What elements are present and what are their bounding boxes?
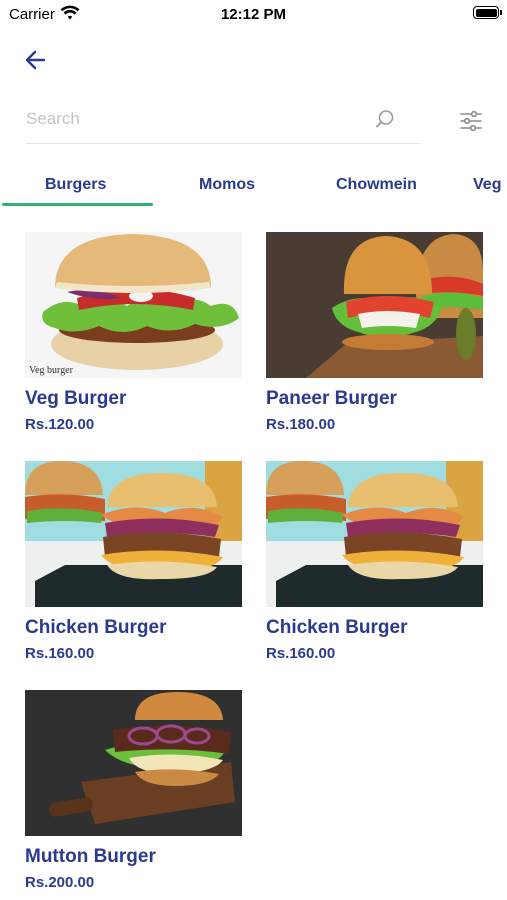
product-price: Rs.160.00 — [25, 645, 95, 662]
product-card[interactable]: Veg burger Veg Burger Rs.120.00 — [25, 232, 242, 433]
product-card[interactable]: Chicken Burger Rs.160.00 — [266, 461, 483, 662]
product-card[interactable]: Paneer Burger Rs.180.00 — [266, 232, 483, 433]
back-arrow-icon[interactable] — [22, 46, 50, 74]
image-caption: Veg burger — [29, 365, 73, 376]
active-tab-indicator — [2, 203, 153, 206]
tab-momos[interactable]: Momos — [199, 176, 255, 194]
tab-chowmein[interactable]: Chowmein — [336, 176, 417, 194]
search-icon[interactable] — [374, 108, 396, 130]
product-image — [25, 461, 242, 607]
product-image — [266, 232, 483, 378]
product-name: Veg Burger — [25, 388, 127, 409]
product-image: Veg burger — [25, 232, 242, 378]
filter-sliders-icon[interactable] — [458, 108, 484, 134]
product-card[interactable]: Chicken Burger Rs.160.00 — [25, 461, 242, 662]
product-price: Rs.160.00 — [266, 645, 336, 662]
clock: 12:12 PM — [220, 6, 287, 23]
product-name: Paneer Burger — [266, 388, 397, 409]
product-image — [25, 690, 242, 836]
status-bar: Carrier 12:12 PM — [0, 0, 507, 30]
product-price: Rs.120.00 — [25, 416, 95, 433]
product-card[interactable]: Mutton Burger Rs.200.00 — [25, 690, 242, 891]
search-bar — [26, 105, 420, 144]
search-input[interactable] — [26, 108, 356, 130]
product-name: Chicken Burger — [266, 617, 408, 638]
tab-burgers[interactable]: Burgers — [45, 176, 106, 194]
battery-icon — [473, 6, 502, 19]
product-name: Chicken Burger — [25, 617, 167, 638]
category-tabs: Burgers Momos Chowmein Veg — [0, 164, 507, 208]
product-price: Rs.180.00 — [266, 416, 336, 433]
product-image — [266, 461, 483, 607]
product-name: Mutton Burger — [25, 846, 156, 867]
product-price: Rs.200.00 — [25, 874, 95, 891]
tab-veg[interactable]: Veg — [473, 176, 501, 194]
